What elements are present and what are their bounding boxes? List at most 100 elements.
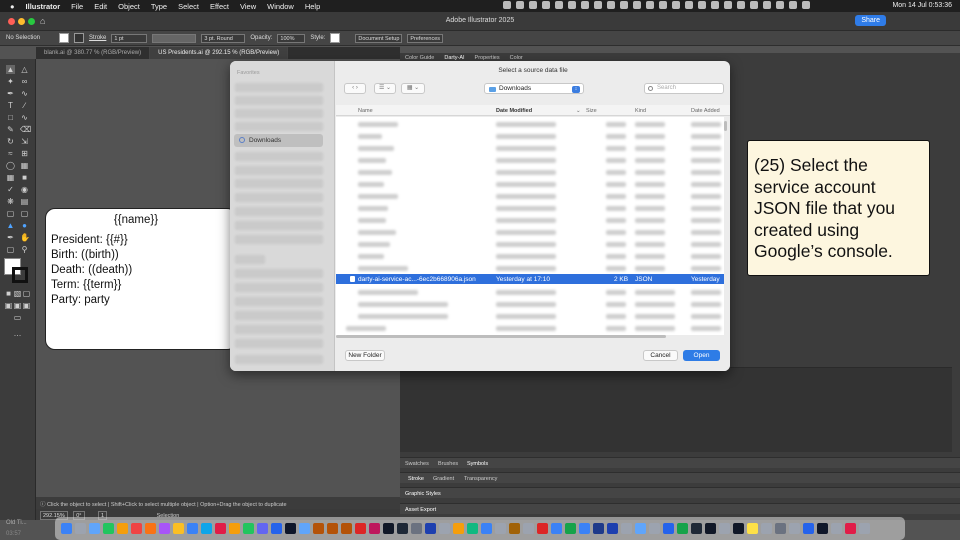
table-row-selected-file[interactable]: darty-ai-service-ac...-6ec2b668906a.json…	[336, 274, 724, 284]
app-icon[interactable]	[565, 523, 576, 534]
gradient-mode-icon[interactable]: ▧	[13, 289, 22, 298]
trash-icon[interactable]	[859, 523, 870, 534]
grid-view-button[interactable]: ▦ ⌄	[401, 83, 425, 94]
graph-tool-icon[interactable]: ▤	[20, 197, 29, 206]
slice-tool-icon[interactable]: ▢	[20, 209, 29, 218]
column-kind[interactable]: Kind	[635, 108, 646, 114]
free-transform-icon[interactable]: ⊞	[20, 149, 29, 158]
tray-icon[interactable]	[802, 1, 810, 9]
notes-icon[interactable]	[173, 523, 184, 534]
app-icon[interactable]	[159, 523, 170, 534]
app-icon[interactable]	[733, 523, 744, 534]
app-icon[interactable]	[285, 523, 296, 534]
fill-swatch[interactable]	[59, 33, 70, 43]
tray-icon[interactable]	[659, 1, 667, 9]
line-tool-icon[interactable]: ∕	[20, 101, 29, 110]
tray-icon[interactable]	[542, 1, 550, 9]
tray-icon[interactable]	[724, 1, 732, 9]
excel-icon[interactable]	[677, 523, 688, 534]
search-input[interactable]: Search	[644, 83, 724, 94]
photos-icon[interactable]	[117, 523, 128, 534]
sidebar-item[interactable]	[235, 96, 323, 105]
artboard-tool-icon[interactable]: ▢	[6, 209, 15, 218]
gradient-tool-icon[interactable]: ■	[20, 173, 29, 182]
tray-icon[interactable]	[789, 1, 797, 9]
apple-icon[interactable]: ●	[10, 2, 15, 11]
cancel-button[interactable]: Cancel	[643, 350, 678, 361]
type-tool-icon[interactable]: T	[6, 101, 15, 110]
app-icon[interactable]	[537, 523, 548, 534]
tab-symbols[interactable]: Symbols	[467, 461, 488, 467]
artboard-line-party[interactable]: Party: party	[51, 294, 110, 306]
tray-icon[interactable]	[568, 1, 576, 9]
app-icon[interactable]	[817, 523, 828, 534]
tray-icon[interactable]	[646, 1, 654, 9]
tray-icon[interactable]	[711, 1, 719, 9]
variable-width-profile[interactable]	[152, 33, 197, 43]
horizontal-scrollbar[interactable]	[336, 335, 666, 338]
rectangle-tool-icon[interactable]: □	[6, 113, 15, 122]
tray-icon[interactable]	[607, 1, 615, 9]
sidebar-item[interactable]	[235, 193, 323, 202]
tray-icon[interactable]	[750, 1, 758, 9]
document-setup-button[interactable]: Document Setup	[355, 33, 403, 43]
tray-icon[interactable]	[633, 1, 641, 9]
warp-tool-icon[interactable]: ≈	[6, 149, 15, 158]
sidebar-item[interactable]	[235, 311, 323, 320]
screen-mode-icon[interactable]: ▭	[13, 313, 22, 322]
new-folder-button[interactable]: New Folder	[345, 350, 385, 361]
artboard-line-president[interactable]: President: {{#}}	[51, 234, 128, 246]
menu-file[interactable]: File	[71, 2, 83, 11]
eyedropper-icon[interactable]: ✓	[6, 185, 15, 194]
artboard-line-death[interactable]: Death: ((death))	[51, 264, 132, 276]
eyedropper-alt-icon[interactable]: ✒	[6, 233, 15, 242]
column-size[interactable]: Size	[586, 108, 597, 114]
paintbrush-icon[interactable]: ∿	[20, 113, 29, 122]
app-icon[interactable]	[509, 523, 520, 534]
more-tools-icon[interactable]: …	[13, 329, 22, 338]
list-item[interactable]	[336, 263, 724, 273]
sidebar-item[interactable]	[235, 166, 323, 175]
hand-tool-icon[interactable]: ✋	[20, 233, 30, 242]
list-item[interactable]	[336, 311, 724, 321]
app-icon[interactable]	[495, 523, 506, 534]
tray-icon[interactable]	[776, 1, 784, 9]
menu-edit[interactable]: Edit	[94, 2, 107, 11]
menu-effect[interactable]: Effect	[210, 2, 229, 11]
list-item[interactable]	[336, 323, 724, 333]
app-icon[interactable]	[705, 523, 716, 534]
tray-icon[interactable]	[555, 1, 563, 9]
list-item[interactable]	[336, 179, 724, 189]
sidebar-item[interactable]	[235, 207, 323, 216]
list-item[interactable]	[336, 287, 724, 297]
magic-wand-icon[interactable]: ✦	[6, 77, 15, 86]
artboard-template[interactable]: {{name}} President: {{#}} Birth: ((birth…	[45, 208, 237, 350]
none-mode-icon[interactable]: ▢	[22, 289, 31, 298]
lasso-icon[interactable]: ∞	[20, 77, 29, 86]
menu-app[interactable]: Illustrator	[26, 2, 61, 11]
illustrator-icon[interactable]	[341, 523, 352, 534]
open-button[interactable]: Open	[683, 350, 720, 361]
terminal-icon[interactable]	[397, 523, 408, 534]
messages-icon[interactable]	[103, 523, 114, 534]
app-icon[interactable]	[649, 523, 660, 534]
tab-brushes[interactable]: Brushes	[438, 461, 458, 467]
tray-icon[interactable]	[698, 1, 706, 9]
menu-view[interactable]: View	[240, 2, 256, 11]
sidebar-item[interactable]	[235, 339, 323, 348]
word-icon[interactable]	[663, 523, 674, 534]
draw-inside-icon[interactable]: ▣	[22, 301, 31, 310]
perspective-grid-icon[interactable]: ▦	[20, 161, 29, 170]
tray-icon[interactable]	[620, 1, 628, 9]
list-item[interactable]	[336, 251, 724, 261]
vscode-icon[interactable]	[271, 523, 282, 534]
list-item[interactable]	[336, 167, 724, 177]
app-icon[interactable]	[467, 523, 478, 534]
draw-behind-icon[interactable]: ▣	[13, 301, 22, 310]
app-icon[interactable]	[635, 523, 646, 534]
share-button[interactable]: Share	[855, 15, 886, 26]
stroke-swatch[interactable]	[74, 33, 85, 43]
tab-blank[interactable]: blank.ai @ 380.77 % (RGB/Preview)	[36, 47, 151, 59]
shape-builder-icon[interactable]: ◯	[6, 161, 15, 170]
stroke-color-box[interactable]	[12, 267, 28, 283]
